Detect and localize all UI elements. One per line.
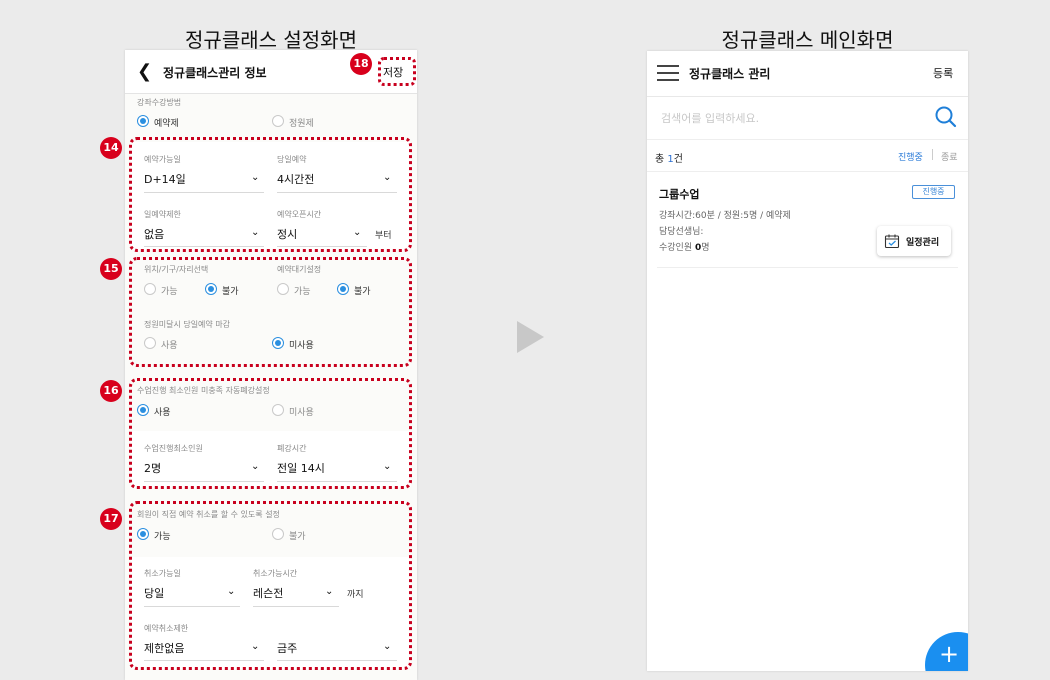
main-caption: 정규클래스 메인화면 (721, 28, 894, 52)
class-teacher: 담당선생님: (659, 227, 704, 237)
class-enrollment: 수강인원 0명 (659, 243, 710, 253)
class-name[interactable]: 그룹수업 (659, 186, 699, 202)
method-label: 강좌수강방법 (137, 98, 182, 107)
badge-16: 16 (100, 380, 122, 402)
filter-ended-tab[interactable]: 종료 (941, 150, 958, 163)
settings-caption: 정규클래스 설정화면 (185, 28, 357, 52)
divider (657, 267, 958, 268)
calendar-icon (884, 234, 900, 249)
filter-active-tab[interactable]: 진행중 (898, 150, 923, 163)
section-16-highlight (129, 378, 412, 489)
settings-screen: ❮ 정규클래스관리 정보 저장 강좌수강방법 예약제 정원제 예약가능일 D+1… (125, 50, 417, 680)
next-arrow-icon (517, 321, 544, 353)
method-capacity-radio[interactable] (272, 115, 284, 127)
search-icon[interactable] (934, 105, 958, 129)
badge-14: 14 (100, 137, 122, 159)
class-info: 강좌시간:60분 / 정원:5명 / 예약제 (659, 211, 791, 221)
method-reservation-radio[interactable] (137, 115, 149, 127)
badge-17: 17 (100, 508, 122, 530)
main-title: 정규클래스 관리 (689, 67, 771, 81)
main-screen: 정규클래스 관리 등록 검색어를 입력하세요. 총 1건 진행중 종료 그룹수업… (647, 51, 968, 671)
method-capacity-label: 정원제 (289, 119, 314, 129)
section-15-highlight (129, 257, 412, 367)
badge-18: 18 (350, 53, 372, 75)
menu-icon[interactable] (657, 65, 679, 81)
search-input[interactable]: 검색어를 입력하세요. (661, 110, 759, 126)
plus-icon: + (939, 640, 960, 668)
divider (932, 149, 933, 160)
status-badge: 진행중 (912, 185, 955, 199)
settings-header: ❮ 정규클래스관리 정보 저장 (125, 50, 417, 94)
section-17-highlight (129, 501, 412, 670)
settings-title: 정규클래스관리 정보 (163, 66, 267, 80)
add-button[interactable]: + (925, 632, 968, 671)
schedule-manage-label: 일정관리 (906, 238, 940, 248)
schedule-manage-button[interactable]: 일정관리 (877, 226, 951, 256)
badge-15: 15 (100, 258, 122, 280)
save-highlight (378, 57, 416, 86)
section-14-highlight (129, 137, 412, 252)
filter-row: 총 1건 진행중 종료 (647, 139, 968, 172)
method-reservation-label: 예약제 (154, 119, 179, 129)
register-button[interactable]: 등록 (933, 65, 953, 81)
main-header: 정규클래스 관리 등록 (647, 51, 968, 97)
back-icon[interactable]: ❮ (137, 62, 153, 82)
total-count: 총 1건 (655, 154, 683, 165)
